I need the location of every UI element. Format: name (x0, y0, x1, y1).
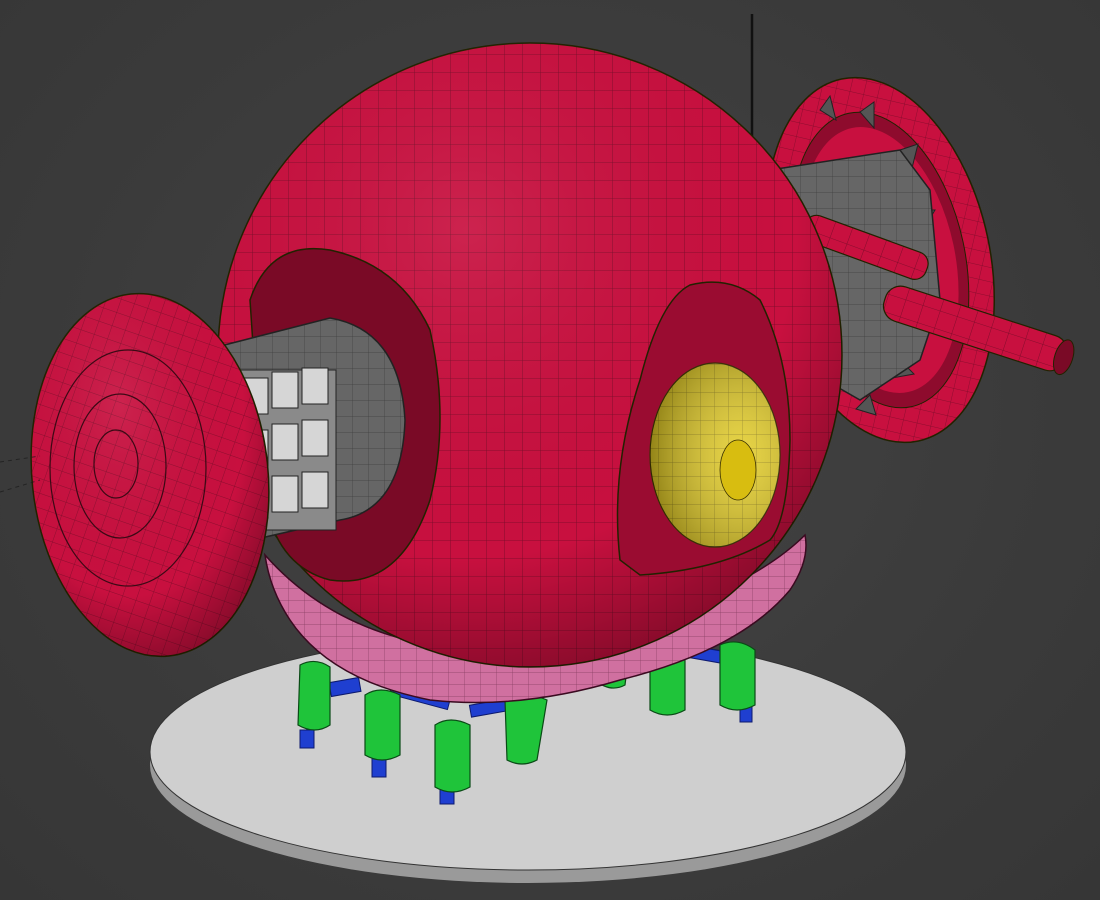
model-scene (0, 14, 1075, 883)
eye-lens (649, 362, 781, 548)
3d-viewport[interactable] (0, 0, 1100, 900)
